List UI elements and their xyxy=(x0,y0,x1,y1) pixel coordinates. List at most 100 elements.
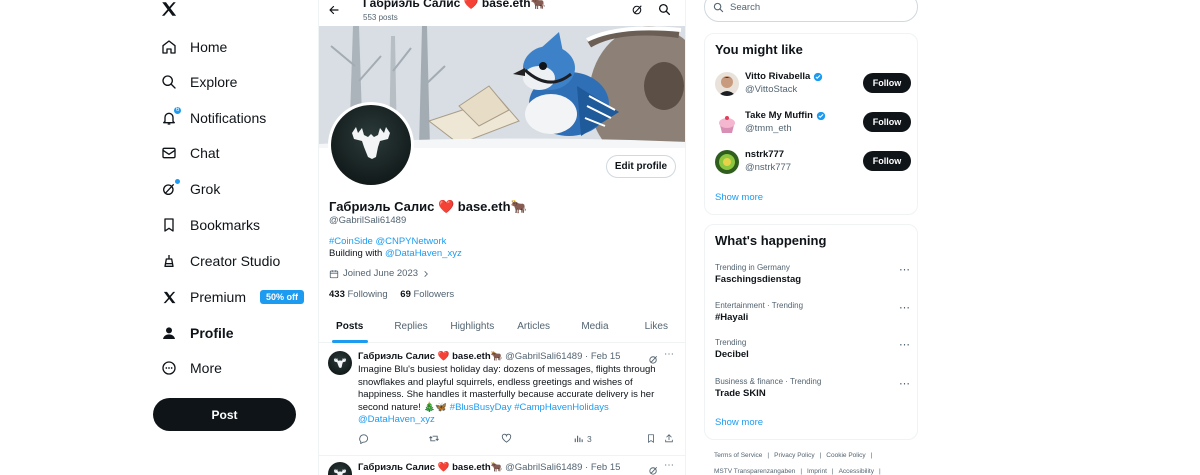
nav-item-creator-studio[interactable]: Creator Studio xyxy=(160,245,280,277)
nav-label: Premium xyxy=(190,289,247,305)
more-options-icon[interactable]: ⋯ xyxy=(664,460,675,471)
search-input[interactable]: Search xyxy=(704,0,918,22)
nav-item-profile[interactable]: Profile xyxy=(160,317,234,349)
following-link[interactable]: 433 Following xyxy=(329,289,388,300)
trend-name: #Hayali xyxy=(715,312,749,323)
show-more-link[interactable]: Show more xyxy=(715,192,763,203)
calendar-icon xyxy=(329,269,339,279)
footer-link[interactable]: Privacy Policy xyxy=(774,452,814,459)
follow-suggestion[interactable]: Vitto Rivabella @VittoStack Follow xyxy=(715,70,911,98)
tweet-author-name[interactable]: Габриэль Салис ❤️ base.eth🐂 xyxy=(358,351,502,362)
nav-item-bookmarks[interactable]: Bookmarks xyxy=(160,209,260,241)
suggested-user-handle: @nstrk777 xyxy=(745,162,792,173)
user-name: Vitto Rivabella xyxy=(745,71,811,82)
trend-item[interactable]: Trending in Germany Faschingsdienstag ⋯ xyxy=(715,263,911,291)
footer-link[interactable]: Accessibility xyxy=(839,468,874,475)
search-icon[interactable] xyxy=(658,3,672,17)
followers-link[interactable]: 69 Followers xyxy=(400,289,454,300)
footer-link[interactable]: Imprint xyxy=(807,468,827,475)
footer-row: MSTV Transparenzangaben | Imprint | Accessib… xyxy=(714,468,881,475)
tweet-author-handle[interactable]: @GabrilSali61489 xyxy=(505,351,582,362)
header-name: Габриэль Салис ❤️ base.eth🐂 xyxy=(363,0,546,10)
reply-icon[interactable] xyxy=(358,433,369,444)
nav-item-more[interactable]: More xyxy=(160,352,222,384)
right-sidebar: Search You might like Vitto Rivabella @V… xyxy=(704,0,920,475)
more-options-icon[interactable]: ⋯ xyxy=(899,263,911,276)
bio-mention-link[interactable]: @DataHaven_xyz xyxy=(385,248,462,259)
suggested-user-handle: @tmm_eth xyxy=(745,123,792,134)
nav-item-premium[interactable]: Premium 50% off xyxy=(160,281,305,313)
following-label: Following xyxy=(347,289,388,300)
trend-item[interactable]: Trending Decibel ⋯ xyxy=(715,338,911,366)
share-icon[interactable] xyxy=(664,433,674,444)
show-more-link[interactable]: Show more xyxy=(715,417,763,428)
more-circle-icon xyxy=(160,359,178,377)
like-icon[interactable] xyxy=(501,433,512,444)
follow-suggestion[interactable]: Take My Muffin @tmm_eth Follow xyxy=(715,109,911,137)
follow-button[interactable]: Follow xyxy=(863,112,911,132)
grok-icon[interactable] xyxy=(648,463,659,475)
tweet-author-name[interactable]: Габриэль Салис ❤️ base.eth🐂 xyxy=(358,462,502,473)
nav-item-grok[interactable]: Grok xyxy=(160,173,220,205)
footer-link[interactable]: MSTV Transparenzangaben xyxy=(714,468,795,475)
profile-handle: @GabrilSali61489 xyxy=(329,215,407,226)
follow-button[interactable]: Follow xyxy=(863,73,911,93)
profile-bio-line[interactable]: #CoinSide @CNPYNetwork xyxy=(329,236,446,247)
trend-name: Faschingsdienstag xyxy=(715,274,802,285)
profile-joined[interactable]: Joined June 2023 xyxy=(329,268,430,279)
who-to-follow-card: You might like Vitto Rivabella @VittoSta… xyxy=(704,33,918,215)
tweet-avatar[interactable] xyxy=(328,462,352,475)
nav-label: Chat xyxy=(190,145,220,161)
grok-icon[interactable] xyxy=(631,3,645,17)
tweet-hashtags[interactable]: #BlusBusyDay #CampHavenHolidays xyxy=(450,402,609,413)
footer-link[interactable]: Terms of Service xyxy=(714,452,762,459)
more-options-icon[interactable]: ⋯ xyxy=(899,301,911,314)
tweet-date[interactable]: · Feb 15 xyxy=(585,462,620,473)
tab-posts[interactable]: Posts xyxy=(319,311,380,342)
tweet-mention[interactable]: @DataHaven_xyz xyxy=(358,414,435,425)
avatar[interactable] xyxy=(715,111,739,135)
profile-avatar[interactable] xyxy=(328,102,414,188)
notification-badge: 6 xyxy=(173,106,182,115)
nav-label: More xyxy=(190,360,222,376)
tab-media[interactable]: Media xyxy=(564,311,625,342)
avatar[interactable] xyxy=(715,72,739,96)
tweet[interactable]: Габриэль Салис ❤️ base.eth🐂 @GabrilSali6… xyxy=(319,344,685,456)
tab-likes[interactable]: Likes xyxy=(626,311,685,342)
back-arrow-icon[interactable] xyxy=(328,3,340,19)
followers-label: Followers xyxy=(413,289,455,300)
x-logo-icon[interactable] xyxy=(160,0,180,20)
nav-item-chat[interactable]: Chat xyxy=(160,137,220,169)
retweet-icon[interactable] xyxy=(428,433,440,444)
follow-button[interactable]: Follow xyxy=(863,151,911,171)
search-icon xyxy=(160,73,178,91)
joined-date: Joined June 2023 xyxy=(343,268,419,279)
tab-articles[interactable]: Articles xyxy=(503,311,564,342)
tweet-date[interactable]: · Feb 15 xyxy=(585,351,620,362)
profile-name: Габриэль Салис ❤️ base.eth🐂 xyxy=(329,199,527,214)
moose-avatar-icon xyxy=(331,105,411,185)
tweet-avatar[interactable] xyxy=(328,351,352,375)
nav-item-explore[interactable]: Explore xyxy=(160,66,237,98)
trend-item[interactable]: Entertainment · Trending #Hayali ⋯ xyxy=(715,301,911,329)
trend-meta: Trending xyxy=(715,338,747,347)
trend-item[interactable]: Business & finance · Trending Trade SKIN… xyxy=(715,377,911,405)
nav-item-home[interactable]: Home xyxy=(160,31,227,63)
more-options-icon[interactable]: ⋯ xyxy=(899,338,911,351)
more-options-icon[interactable]: ⋯ xyxy=(664,349,675,360)
post-button[interactable]: Post xyxy=(153,398,296,431)
more-options-icon[interactable]: ⋯ xyxy=(899,377,911,390)
footer-link[interactable]: Cookie Policy xyxy=(826,452,865,459)
nav-item-notifications[interactable]: 6 Notifications xyxy=(160,102,266,134)
tab-replies[interactable]: Replies xyxy=(380,311,441,342)
avatar[interactable] xyxy=(715,150,739,174)
tab-highlights[interactable]: Highlights xyxy=(442,311,503,342)
views-count[interactable]: 3 xyxy=(573,433,592,444)
footer-row: Terms of Service | Privacy Policy | Cookie P… xyxy=(714,452,873,459)
follow-suggestion[interactable]: nstrk777 @nstrk777 Follow xyxy=(715,148,911,176)
tweet-author-handle[interactable]: @GabrilSali61489 xyxy=(505,462,582,473)
bookmark-icon[interactable] xyxy=(646,433,656,444)
tweet[interactable]: Габриэль Салис ❤️ base.eth🐂 @GabrilSali6… xyxy=(319,456,685,475)
profile-column: Габриэль Салис ❤️ base.eth🐂 553 posts Ed… xyxy=(318,0,686,475)
edit-profile-button[interactable]: Edit profile xyxy=(606,155,676,178)
